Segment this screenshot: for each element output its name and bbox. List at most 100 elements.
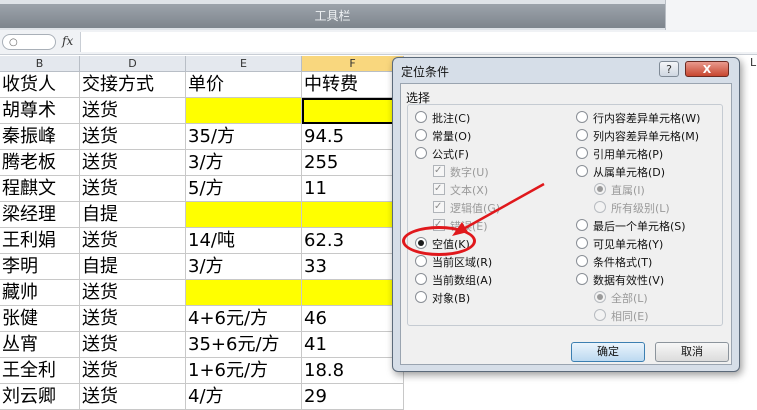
cell-d[interactable]: 送货: [80, 358, 186, 384]
option-label: 公式(F): [432, 148, 469, 161]
cell-d[interactable]: 自提: [80, 254, 186, 280]
cell-f[interactable]: 中转费: [302, 72, 404, 98]
cell-f[interactable]: 41: [302, 332, 404, 358]
dialog-title: 定位条件: [401, 65, 450, 79]
option-label: 批注(C): [432, 112, 471, 125]
column-header-b[interactable]: B: [0, 56, 80, 72]
radio-icon: [415, 129, 427, 141]
option-last-cell[interactable]: 最后一个单元格(S): [576, 219, 686, 235]
option-precedents[interactable]: 引用单元格(P): [576, 147, 663, 163]
cell-d[interactable]: 送货: [80, 124, 186, 150]
cell-d[interactable]: 送货: [80, 384, 186, 410]
cell-b[interactable]: 丛宵: [0, 332, 80, 358]
cancel-button[interactable]: 取消: [655, 342, 729, 362]
cell-f[interactable]: 18.8: [302, 358, 404, 384]
cell-e[interactable]: 单价: [186, 72, 302, 98]
checkbox-icon: [433, 163, 445, 179]
cell-b[interactable]: 王利娟: [0, 228, 80, 254]
option-label: 条件格式(T): [593, 256, 653, 269]
cell-f[interactable]: 255: [302, 150, 404, 176]
cell-b[interactable]: 收货人: [0, 72, 80, 98]
column-header-d[interactable]: D: [80, 56, 186, 72]
help-button[interactable]: ?: [659, 61, 679, 77]
option-label: 列内容差异单元格(M): [593, 130, 700, 143]
cell-b[interactable]: 腾老板: [0, 150, 80, 176]
cell-f[interactable]: [302, 202, 404, 228]
option-row-differences[interactable]: 行内容差异单元格(W): [576, 111, 700, 127]
option-same[interactable]: 相同(E): [594, 309, 649, 325]
option-current-region[interactable]: 当前区域(R): [415, 255, 492, 271]
cell-b[interactable]: 张健: [0, 306, 80, 332]
column-header-e[interactable]: E: [186, 56, 302, 72]
cell-e[interactable]: 4/方: [186, 384, 302, 410]
cell-e[interactable]: 4+6元/方: [186, 306, 302, 332]
option-label: 最后一个单元格(S): [593, 220, 686, 233]
cell-d[interactable]: 送货: [80, 228, 186, 254]
option-all[interactable]: 全部(L): [594, 291, 648, 307]
cell-b[interactable]: 秦振峰: [0, 124, 80, 150]
cell-f[interactable]: 11: [302, 176, 404, 202]
option-label: 数字(U): [450, 166, 489, 179]
ok-button[interactable]: 确定: [571, 342, 645, 362]
cell-b[interactable]: 藏帅: [0, 280, 80, 306]
option-all-levels[interactable]: 所有级别(L): [594, 201, 670, 217]
cell-d[interactable]: 送货: [80, 98, 186, 124]
cell-b[interactable]: 刘云卿: [0, 384, 80, 410]
option-column-differences[interactable]: 列内容差异单元格(M): [576, 129, 699, 145]
cell-f[interactable]: 33: [302, 254, 404, 280]
cell-e[interactable]: 1+6元/方: [186, 358, 302, 384]
option-data-validation[interactable]: 数据有效性(V): [576, 273, 664, 289]
cell-b[interactable]: 王全利: [0, 358, 80, 384]
option-direct-only[interactable]: 直属(I): [594, 183, 645, 199]
cell-f[interactable]: 29: [302, 384, 404, 410]
name-box[interactable]: ○: [2, 34, 56, 50]
cell-e[interactable]: [186, 98, 302, 124]
option-comments[interactable]: 批注(C): [415, 111, 470, 127]
cell-d[interactable]: 交接方式: [80, 72, 186, 98]
cell-d[interactable]: 送货: [80, 332, 186, 358]
cell-b[interactable]: 梁经理: [0, 202, 80, 228]
radio-icon: [576, 111, 588, 123]
column-header-l[interactable]: L: [750, 56, 756, 69]
cell-e[interactable]: 14/吨: [186, 228, 302, 254]
check-numbers[interactable]: 数字(U): [433, 163, 489, 181]
option-conditional-formats[interactable]: 条件格式(T): [576, 255, 652, 271]
cell-d[interactable]: 送货: [80, 150, 186, 176]
cell-e[interactable]: 35/方: [186, 124, 302, 150]
cell-d[interactable]: 送货: [80, 306, 186, 332]
cell-e[interactable]: 3/方: [186, 150, 302, 176]
close-button[interactable]: X: [685, 61, 729, 77]
cell-d[interactable]: 送货: [80, 176, 186, 202]
cell-f[interactable]: 62.3: [302, 228, 404, 254]
cell-f[interactable]: 46: [302, 306, 404, 332]
column-header-f[interactable]: F: [302, 56, 404, 72]
cell-f[interactable]: [302, 280, 404, 306]
option-objects[interactable]: 对象(B): [415, 291, 470, 307]
radio-icon: [594, 309, 606, 321]
formula-input[interactable]: [80, 32, 757, 52]
option-visible-cells[interactable]: 可见单元格(Y): [576, 237, 663, 253]
radio-icon: [576, 219, 588, 231]
fx-icon[interactable]: fx: [62, 34, 73, 48]
option-formulas[interactable]: 公式(F): [415, 147, 469, 163]
cell-f[interactable]: 94.5: [302, 124, 404, 150]
option-dependents[interactable]: 从属单元格(D): [576, 165, 665, 181]
cell-e[interactable]: 5/方: [186, 176, 302, 202]
radio-icon: [576, 165, 588, 177]
option-current-array[interactable]: 当前数组(A): [415, 273, 492, 289]
cell-d[interactable]: 送货: [80, 280, 186, 306]
cell-b[interactable]: 程麒文: [0, 176, 80, 202]
cell-d[interactable]: 自提: [80, 202, 186, 228]
radio-icon: [576, 237, 588, 249]
cell-b[interactable]: 李明: [0, 254, 80, 280]
option-label: 当前数组(A): [432, 274, 493, 287]
option-constants[interactable]: 常量(O): [415, 129, 471, 145]
cell-e[interactable]: [186, 280, 302, 306]
cell-e[interactable]: 3/方: [186, 254, 302, 280]
option-label: 当前区域(R): [432, 256, 493, 269]
cell-b[interactable]: 胡尊术: [0, 98, 80, 124]
cell-e[interactable]: [186, 202, 302, 228]
cell-e[interactable]: 35+6元/方: [186, 332, 302, 358]
cell-f[interactable]: [302, 98, 404, 124]
option-label: 从属单元格(D): [593, 166, 666, 179]
